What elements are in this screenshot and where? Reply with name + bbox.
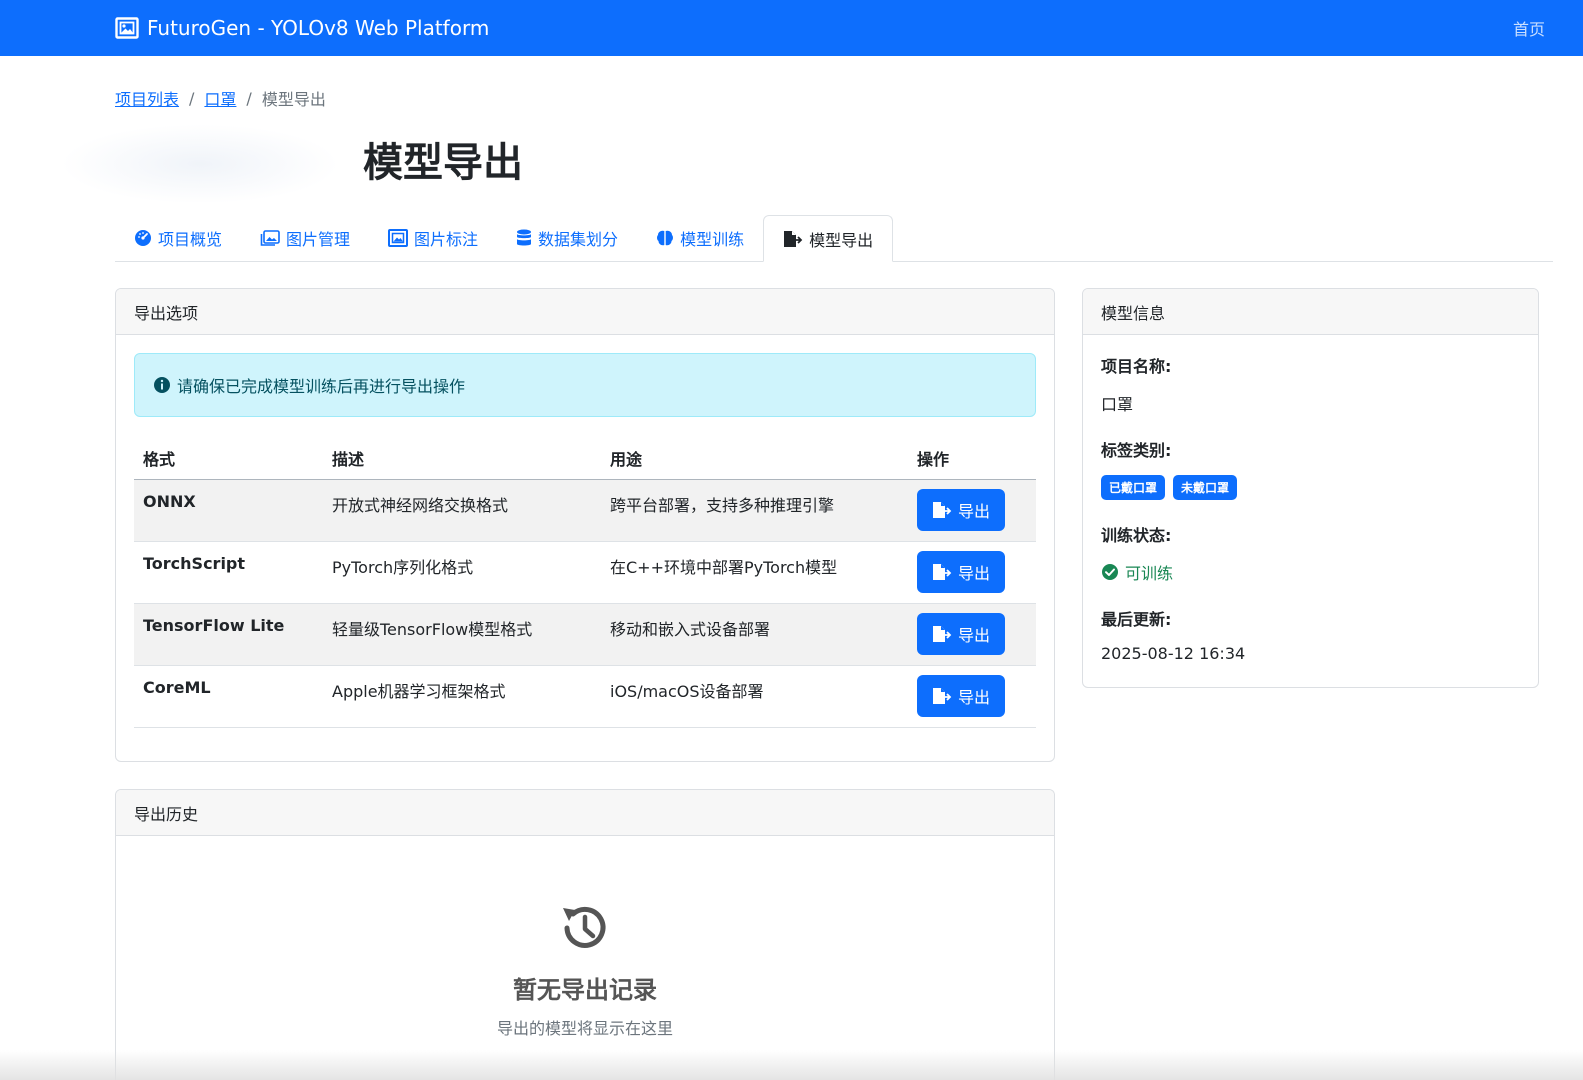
model-info-body: 项目名称: 口罩 标签类别: 已戴口罩 未戴口罩 训练状态: 可训练 最后更新:… — [1083, 335, 1538, 687]
empty-subtitle: 导出的模型将显示在这里 — [496, 1019, 673, 1038]
tab-label: 图片管理 — [286, 230, 351, 249]
label-badge: 已戴口罩 — [1101, 475, 1166, 500]
training-status: 可训练 — [1101, 560, 1520, 584]
speedometer-icon — [135, 230, 151, 246]
project-logo — [60, 124, 340, 204]
updated-value: 2025-08-12 16:34 — [1101, 644, 1246, 663]
tab-overview[interactable]: 项目概览 — [115, 215, 241, 261]
action-cell: 导出 — [908, 665, 1036, 728]
empty-title: 暂无导出记录 — [513, 976, 657, 1004]
table-header-row: 格式 描述 用途 操作 — [134, 437, 1036, 480]
tab-label: 项目概览 — [158, 230, 223, 249]
export-tflite-button[interactable]: 导出 — [917, 612, 1005, 655]
file-export-icon — [932, 501, 952, 518]
column-header: 格式 — [134, 437, 323, 480]
usage-cell: iOS/macOS设备部署 — [601, 665, 908, 728]
alert-text: 请确保已完成模型训练后再进行导出操作 — [177, 377, 466, 396]
table-row: TensorFlow Lite 轻量级TensorFlow模型格式 移动和嵌入式… — [134, 603, 1036, 666]
label-badge: 未戴口罩 — [1173, 475, 1238, 500]
description-cell: Apple机器学习框架格式 — [323, 665, 601, 728]
column-header: 描述 — [323, 437, 601, 480]
file-export-icon — [784, 230, 803, 247]
tab-label: 模型导出 — [809, 230, 874, 250]
file-export-icon — [932, 625, 952, 642]
format-cell: CoreML — [134, 665, 323, 728]
button-label: 导出 — [957, 687, 990, 707]
page-title: 模型导出 — [363, 140, 523, 186]
project-name-label: 项目名称: — [1101, 357, 1172, 376]
export-torchscript-button[interactable]: 导出 — [917, 550, 1005, 593]
table-row: ONNX 开放式神经网络交换格式 跨平台部署，支持多种推理引擎 导出 — [134, 479, 1036, 542]
table-row: CoreML Apple机器学习框架格式 iOS/macOS设备部署 导出 — [134, 665, 1036, 728]
top-navbar: FuturoGen - YOLOv8 Web Platform 首页 — [0, 0, 1583, 56]
format-cell: ONNX — [134, 479, 323, 542]
button-label: 导出 — [957, 625, 990, 645]
table-row: TorchScript PyTorch序列化格式 在C++环境中部署PyTorc… — [134, 541, 1036, 604]
card-header: 模型信息 — [1083, 289, 1538, 335]
model-info-card: 模型信息 项目名称: 口罩 标签类别: 已戴口罩 未戴口罩 训练状态: 可训练 … — [1082, 288, 1539, 688]
project-name-value: 口罩 — [1101, 395, 1134, 414]
info-alert: 请确保已完成模型训练后再进行导出操作 — [134, 353, 1036, 417]
tab-dataset-split[interactable]: 数据集划分 — [497, 215, 637, 261]
description-cell: PyTorch序列化格式 — [323, 541, 601, 604]
export-history-card: 导出历史 暂无导出记录 导出的模型将显示在这里 — [115, 789, 1055, 1080]
status-text: 可训练 — [1125, 564, 1174, 583]
card-header: 导出历史 — [116, 790, 1054, 836]
breadcrumb: 项目列表 / 口罩 / 模型导出 — [115, 86, 326, 110]
status-label: 训练状态: — [1101, 526, 1172, 545]
usage-cell: 跨平台部署，支持多种推理引擎 — [601, 479, 908, 542]
export-options-card: 导出选项 请确保已完成模型训练后再进行导出操作 格式 描述 用途 操作 ONNX — [115, 288, 1055, 762]
file-export-icon — [932, 563, 952, 580]
breadcrumb-separator: / — [189, 88, 195, 108]
file-export-icon — [932, 687, 952, 704]
action-cell: 导出 — [908, 603, 1036, 666]
breadcrumb-project-list[interactable]: 项目列表 — [115, 86, 179, 110]
empty-state: 暂无导出记录 导出的模型将显示在这里 — [116, 900, 1054, 1039]
labels-label: 标签类别: — [1101, 441, 1172, 460]
images-icon — [260, 229, 280, 246]
action-cell: 导出 — [908, 541, 1036, 604]
label-badges: 已戴口罩 未戴口罩 — [1101, 475, 1520, 500]
description-cell: 开放式神经网络交换格式 — [323, 479, 601, 542]
tab-label: 数据集划分 — [538, 230, 619, 249]
check-circle-icon — [1102, 564, 1118, 580]
format-cell: TorchScript — [134, 541, 323, 604]
tab-label: 模型训练 — [680, 230, 745, 249]
project-tabs: 项目概览 图片管理 图片标注 数据集划分 模型训练 模型导出 — [115, 215, 1553, 262]
brand-text: FuturoGen - YOLOv8 Web Platform — [147, 16, 490, 40]
button-label: 导出 — [957, 501, 990, 521]
navbar-brand[interactable]: FuturoGen - YOLOv8 Web Platform — [115, 16, 489, 40]
description-cell: 轻量级TensorFlow模型格式 — [323, 603, 601, 666]
brain-icon — [657, 230, 674, 246]
info-circle-icon — [154, 377, 170, 393]
database-icon — [517, 229, 532, 246]
bounding-box-icon — [388, 229, 409, 247]
breadcrumb-current: 模型导出 — [261, 90, 326, 109]
action-cell: 导出 — [908, 479, 1036, 542]
tab-images[interactable]: 图片管理 — [241, 215, 369, 261]
image-icon — [115, 17, 139, 39]
export-coreml-button[interactable]: 导出 — [917, 674, 1005, 717]
tab-training[interactable]: 模型训练 — [637, 215, 763, 261]
export-format-table: 格式 描述 用途 操作 ONNX 开放式神经网络交换格式 跨平台部署，支持多种推… — [134, 437, 1036, 728]
format-cell: TensorFlow Lite — [134, 603, 323, 666]
tab-export[interactable]: 模型导出 — [763, 215, 894, 262]
button-label: 导出 — [957, 563, 990, 583]
breadcrumb-project[interactable]: 口罩 — [204, 86, 236, 110]
card-header: 导出选项 — [116, 289, 1054, 335]
column-header: 用途 — [601, 437, 908, 480]
export-onnx-button[interactable]: 导出 — [917, 488, 1005, 531]
history-icon — [563, 906, 606, 948]
home-link[interactable]: 首页 — [1513, 16, 1545, 40]
usage-cell: 移动和嵌入式设备部署 — [601, 603, 908, 666]
tab-annotation[interactable]: 图片标注 — [369, 215, 497, 261]
column-header: 操作 — [908, 437, 1036, 480]
usage-cell: 在C++环境中部署PyTorch模型 — [601, 541, 908, 604]
updated-label: 最后更新: — [1101, 610, 1172, 629]
breadcrumb-separator: / — [246, 88, 252, 108]
tab-label: 图片标注 — [414, 230, 479, 249]
